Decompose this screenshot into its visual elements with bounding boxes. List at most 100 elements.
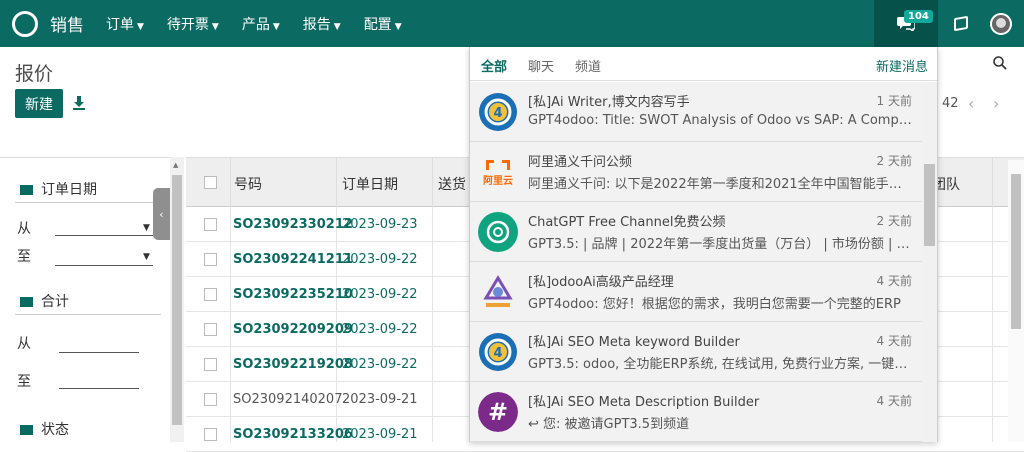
row-checkbox[interactable] — [204, 428, 217, 441]
quote-number[interactable]: SO23092330212 — [233, 217, 353, 232]
messaging-dropdown: 全部 聊天 频道 新建消息 4 [私]Ai Writer,博文内容写手 1 天前… — [469, 47, 938, 442]
header-delivery[interactable]: 送货 — [438, 174, 466, 194]
chevron-down-icon[interactable]: ▼ — [143, 252, 150, 262]
new-button[interactable]: 新建 — [15, 89, 63, 118]
total-to-field[interactable] — [59, 388, 139, 389]
row-checkbox[interactable] — [204, 218, 217, 231]
order-date: 2023-09-23 — [342, 217, 418, 232]
svg-text:4: 4 — [493, 106, 502, 121]
quote-number[interactable]: SO23092133206 — [233, 427, 353, 442]
messaging-tabs: 全部 聊天 频道 新建消息 — [470, 47, 937, 81]
message-item[interactable]: 4 [私]Ai SEO Meta keyword Builder 4 天前 GP… — [470, 322, 922, 382]
message-item[interactable]: ChatGPT Free Channel免费公频 2 天前 GPT3.5: | … — [470, 202, 922, 262]
menu-config[interactable]: 配置 ▼ — [364, 14, 402, 34]
message-preview: GPT4odoo: 您好！根据您的需求，我明白您需要一个完整的ERP — [528, 297, 901, 312]
book-icon[interactable] — [954, 15, 968, 32]
date-to-label: 至 — [17, 249, 31, 265]
total-from-field[interactable] — [59, 352, 139, 353]
app-logo-icon[interactable] — [12, 10, 38, 37]
divider — [336, 158, 337, 208]
app-name[interactable]: 销售 — [50, 11, 84, 36]
row-checkbox[interactable] — [204, 358, 217, 371]
order-date: 2023-09-22 — [342, 287, 418, 302]
divider — [992, 158, 993, 208]
quote-number[interactable]: SO23092219208 — [233, 357, 353, 372]
filter-heading-label: 订单日期 — [41, 182, 97, 198]
quote-number[interactable]: SO23092209209 — [233, 322, 353, 337]
svg-text:4: 4 — [493, 346, 502, 361]
divider — [15, 314, 161, 315]
chevron-down-icon[interactable]: ▼ — [143, 223, 150, 233]
row-checkbox[interactable] — [204, 253, 217, 266]
menu-products[interactable]: 产品 ▼ — [242, 14, 280, 34]
menu-label: 产品 — [241, 16, 270, 33]
date-from-label: 从 — [17, 221, 31, 237]
openai-4-icon: 4 — [479, 333, 517, 371]
scroll-up-icon[interactable]: ▲ — [173, 161, 178, 169]
header-number[interactable]: 号码 — [234, 174, 262, 194]
sidebar-collapse-button[interactable]: ‹ — [153, 188, 170, 240]
message-title: ChatGPT Free Channel免费公频 — [528, 215, 726, 230]
scrollbar-thumb[interactable] — [924, 164, 935, 246]
message-time: 4 天前 — [876, 334, 912, 348]
folder-icon — [20, 425, 33, 435]
message-preview: GPT3.5: odoo, 全功能ERP系统, 在线试用, 免费行业方案, 一键… — [528, 357, 913, 372]
user-avatar[interactable] — [990, 12, 1012, 35]
odooai-icon — [478, 272, 518, 312]
menu-orders[interactable]: 订单 ▼ — [106, 14, 144, 34]
tab-channels[interactable]: 频道 — [575, 56, 601, 75]
message-time: 4 天前 — [876, 394, 912, 408]
download-icon[interactable] — [73, 96, 85, 110]
tab-chat[interactable]: 聊天 — [528, 56, 554, 75]
divider — [230, 158, 231, 208]
message-item[interactable]: [私]odooAi高级产品经理 4 天前 GPT4odoo: 您好！根据您的需求… — [470, 262, 922, 322]
quote-number[interactable]: SO23092241211 — [233, 252, 353, 267]
date-from-field[interactable] — [55, 235, 153, 236]
folder-icon — [20, 185, 33, 195]
message-item[interactable]: # [私]Ai SEO Meta Description Builder 4 天… — [470, 382, 922, 442]
message-title: [私]Ai SEO Meta Description Builder — [528, 395, 760, 410]
order-date: 2023-09-22 — [342, 252, 418, 267]
new-message-link[interactable]: 新建消息 — [876, 56, 928, 75]
pager-value[interactable]: 42 — [942, 96, 959, 111]
sidebar-scrollbar[interactable]: ▲ — [170, 157, 184, 442]
message-title: [私]odooAi高级产品经理 — [528, 275, 674, 290]
order-date: 2023-09-22 — [342, 322, 418, 337]
select-all-checkbox[interactable] — [204, 176, 217, 189]
message-time: 2 天前 — [876, 214, 912, 228]
row-checkbox[interactable] — [204, 393, 217, 406]
message-list-scrollbar[interactable] — [922, 82, 937, 442]
quote-number[interactable]: SO23092140207 — [233, 392, 342, 407]
date-to-field[interactable] — [55, 265, 153, 266]
message-preview: GPT3.5: | 品牌 | 2022年第一季度出货量（万台） | 市场份额 |… — [528, 237, 913, 252]
main-menu: 订单 ▼ 待开票 ▼ 产品 ▼ 报告 ▼ 配置 ▼ — [106, 14, 425, 34]
menu-to-invoice[interactable]: 待开票 ▼ — [167, 14, 219, 34]
folder-icon — [20, 297, 33, 307]
message-item[interactable]: 4 [私]Ai Writer,博文内容写手 1 天前 GPT4odoo: Tit… — [470, 82, 922, 142]
pager-next-icon[interactable]: › — [993, 94, 999, 113]
filter-total-heading: 合计 — [20, 291, 69, 311]
filter-status-heading: 状态 — [20, 419, 69, 439]
messaging-button[interactable]: 104 — [874, 0, 938, 47]
filter-heading-label: 合计 — [41, 294, 69, 310]
table-scrollbar[interactable] — [1008, 160, 1024, 442]
tab-all[interactable]: 全部 — [481, 56, 507, 75]
top-navbar: 销售 订单 ▼ 待开票 ▼ 产品 ▼ 报告 ▼ 配置 ▼ 104 — [0, 0, 1024, 47]
header-order-date[interactable]: 订单日期 — [342, 174, 398, 194]
quote-number[interactable]: SO23092235210 — [233, 287, 353, 302]
menu-reports[interactable]: 报告 ▼ — [303, 14, 341, 34]
scrollbar-thumb[interactable] — [1011, 174, 1021, 329]
order-date: 2023-09-21 — [342, 392, 418, 407]
total-to-label: 至 — [17, 374, 31, 390]
scrollbar-thumb[interactable] — [172, 175, 182, 425]
total-from-label: 从 — [17, 336, 31, 352]
message-item[interactable]: 阿里云 阿里通义千问公频 2 天前 阿里通义千问: 以下是2022年第一季度和2… — [470, 142, 922, 202]
filter-order-date-heading: 订单日期 — [20, 179, 97, 199]
reply-icon: ↩ — [528, 417, 544, 432]
row-checkbox[interactable] — [204, 323, 217, 336]
caret-down-icon: ▼ — [333, 21, 341, 32]
pager-prev-icon[interactable]: ‹ — [968, 94, 974, 113]
aliyun-icon: 阿里云 — [478, 152, 518, 192]
row-checkbox[interactable] — [204, 288, 217, 301]
search-icon[interactable] — [993, 56, 1007, 70]
